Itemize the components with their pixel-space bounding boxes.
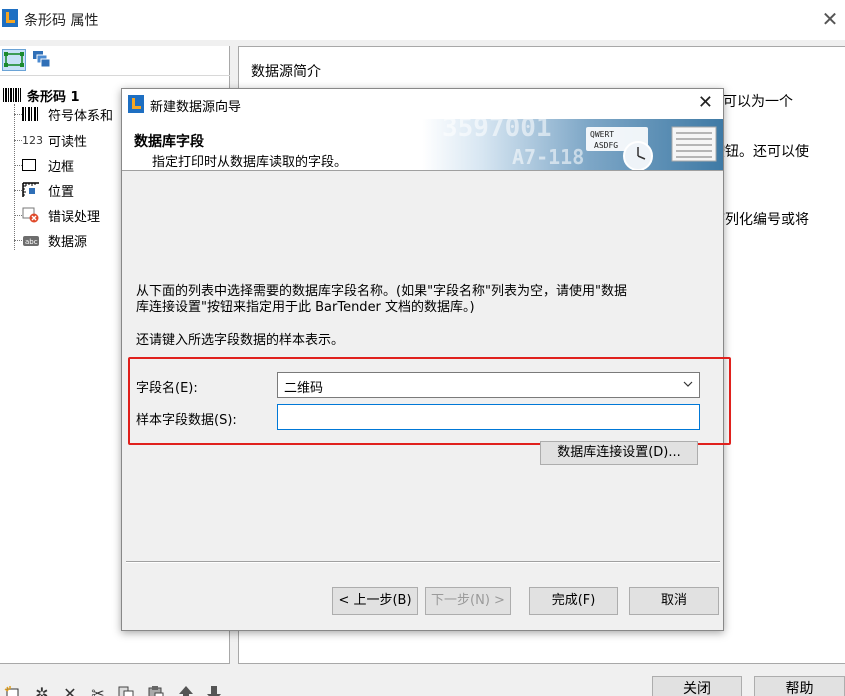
digits-icon: 123 [22,133,43,147]
cut-icon[interactable]: ✂ [88,684,108,696]
error-icon [22,207,44,223]
datasource-icon: abc [22,232,44,248]
border-icon [22,157,44,173]
banner-code: A7-118 [512,145,585,169]
layers-view-button[interactable] [30,49,54,71]
left-bottom-toolbar: ✲ ✕ ✂ [0,678,230,696]
tree-root-barcode[interactable]: 条形码 1 [3,86,80,105]
outer-close-icon[interactable]: ✕ [819,8,841,30]
intro-text-fragment: 序列化编号或将 [711,212,809,228]
tree-item-label: 可读性 [48,134,88,150]
close-button[interactable]: 关闭 [652,676,742,696]
back-button[interactable]: < 上一步(B) [332,587,418,615]
cancel-button[interactable]: 取消 [629,587,719,615]
db-connection-settings-button[interactable]: 数据库连接设置(D)... [540,441,698,465]
svg-text:abc: abc [25,238,38,246]
keyboard-clock-icon: QWERT ASDFG [586,126,717,170]
tree-connector [14,190,22,191]
magic-wand-icon[interactable]: ✲ [32,684,52,696]
bartender-app-icon [128,95,144,113]
tree-connector [14,114,22,115]
datasource-intro-heading: 数据源简介 [251,64,321,80]
layers-icon [33,51,51,68]
wizard-header: 3597001 A7-118 QWERT ASDFG 数据库字段 指定打印时从数… [122,119,723,171]
instruction-line-1: 从下面的列表中选择需要的数据库字段名称。(如果"字段名称"列表为空，请使用"数据 [136,284,628,299]
wizard-step-subtitle: 指定打印时从数据库读取的字段。 [152,155,348,170]
tree-item-label: 符号体系和 [48,108,114,124]
dialog-title-bar: 新建数据源向导 ✕ [122,89,723,119]
copy-icon[interactable] [116,684,136,696]
tree-connector [14,165,22,166]
tree-item-label: 位置 [48,184,75,200]
instruction-sample: 还请键入所选字段数据的样本表示。 [136,333,345,348]
banner-keys-row: QWERT [590,130,614,139]
help-button[interactable]: 帮助 [754,676,845,696]
banner-keys-row: ASDFG [594,141,618,150]
sample-field-input[interactable] [277,404,700,430]
tree-item-label: 数据源 [48,234,88,250]
field-name-label: 字段名(E): [136,381,198,396]
tree-item-readability[interactable]: 123 可读性 [22,130,87,150]
new-icon[interactable] [2,684,22,696]
tree-connector [14,240,22,241]
delete-icon[interactable]: ✕ [60,684,80,696]
field-name-value: 二维码 [284,381,324,396]
dialog-title: 新建数据源向导 [150,100,242,115]
header-banner-image: 3597001 A7-118 QWERT ASDFG [422,119,723,170]
field-name-dropdown[interactable]: 二维码 [277,372,700,398]
move-up-icon[interactable] [176,684,196,696]
new-datasource-wizard-dialog: 新建数据源向导 ✕ 3597001 A7-118 QWERT ASDFG 数据库… [121,88,731,631]
wizard-step-title: 数据库字段 [134,134,204,150]
move-down-icon[interactable] [204,684,224,696]
sample-field-label: 样本字段数据(S): [136,413,237,428]
tree-item-label: 边框 [48,159,75,175]
highlight-box [128,357,731,445]
chevron-down-icon [683,381,693,387]
tree-connector [14,140,22,141]
tree-item-symbology[interactable]: 符号体系和 [22,104,113,124]
left-top-toolbar [0,46,230,76]
next-button[interactable]: 下一步(N) > [425,587,511,615]
bartender-app-icon [2,9,18,27]
tree-item-label: 错误处理 [48,209,101,225]
outer-window-title: 条形码 属性 [24,13,99,29]
tree-connector [14,104,15,250]
tree-connector [14,215,22,216]
tree-root-label: 条形码 1 [27,89,80,105]
tree-view-button[interactable] [2,49,26,71]
instruction-line-2: 库连接设置"按钮来指定用于此 BarTender 文档的数据库。) [136,300,475,315]
banner-digits: 3597001 [442,119,552,143]
tree-item-border[interactable]: 边框 [22,155,74,175]
object-tree-icon [4,52,24,67]
barcode-icon [22,106,44,122]
intro-text-fragment: 按钮。还可以使 [711,144,809,160]
dialog-close-icon[interactable]: ✕ [698,92,713,113]
tree-item-datasource[interactable]: abc 数据源 [22,230,87,250]
outer-title-bar: 条形码 属性 ✕ [0,0,845,40]
finish-button[interactable]: 完成(F) [529,587,618,615]
position-icon [22,182,44,198]
paste-icon[interactable] [146,684,166,696]
tree-item-error-handling[interactable]: 错误处理 [22,205,100,225]
barcode-small-icon [3,88,21,102]
tree-item-position[interactable]: 位置 [22,180,74,200]
dialog-separator [126,561,720,563]
